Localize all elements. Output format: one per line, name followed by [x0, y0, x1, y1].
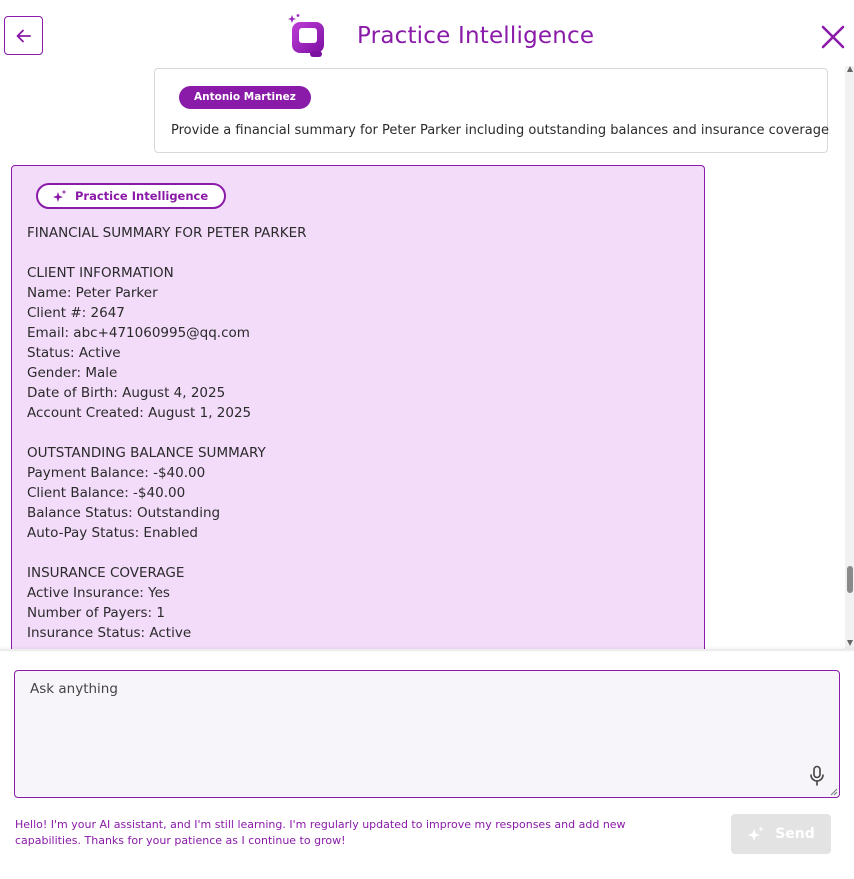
ai-message-line: Insurance Status: Active	[27, 625, 192, 641]
scroll-up-arrow[interactable]	[847, 66, 853, 72]
ai-message-line: Number of Payers: 1	[27, 605, 165, 621]
ai-message-line: Name: Peter Parker	[27, 285, 158, 301]
chat-area[interactable]: Antonio Martinez Provide a financial sum…	[0, 60, 845, 650]
close-button[interactable]	[816, 20, 850, 54]
user-author-chip: Antonio Martinez	[179, 86, 311, 109]
ai-message-line: INSURANCE COVERAGE	[27, 565, 185, 581]
ai-message-line: Email: abc+471060995@qq.com	[27, 325, 250, 341]
ai-message-line: Status: Active	[27, 345, 121, 361]
ai-message: Practice Intelligence FINANCIAL SUMMARY …	[11, 165, 705, 650]
ai-message-line: Auto-Pay Status: Enabled	[27, 525, 198, 541]
message-input-box[interactable]	[14, 670, 840, 798]
ai-message-line: Active Insurance: Yes	[27, 585, 170, 601]
ai-message-line: Date of Birth: August 4, 2025	[27, 385, 226, 401]
ai-message-line: OUTSTANDING BALANCE SUMMARY	[27, 445, 266, 461]
ai-message-line: Gender: Male	[27, 365, 118, 381]
microphone-icon[interactable]	[807, 765, 827, 787]
scroll-down-arrow[interactable]	[847, 640, 853, 646]
ai-message-line: Client Balance: -$40.00	[27, 485, 186, 501]
ai-message-line: Balance Status: Outstanding	[27, 505, 221, 521]
assistant-disclaimer: Hello! I'm your AI assistant, and I'm st…	[15, 818, 626, 847]
chat-scrollbar[interactable]	[845, 66, 854, 650]
send-button[interactable]: Send	[731, 814, 831, 854]
close-icon	[821, 25, 845, 49]
practice-intelligence-logo	[288, 14, 324, 57]
composer-divider	[0, 649, 854, 651]
back-button[interactable]	[4, 16, 43, 55]
message-input[interactable]	[15, 671, 839, 797]
ai-message-line: Account Created: August 1, 2025	[27, 405, 252, 421]
user-message-text: Provide a financial summary for Peter Pa…	[171, 123, 829, 138]
ai-message-line: Client #: 2647	[27, 305, 125, 321]
ai-message-line: FINANCIAL SUMMARY FOR PETER PARKER	[27, 225, 307, 241]
ai-message-body: FINANCIAL SUMMARY FOR PETER PARKER CLIENT…	[27, 223, 687, 643]
scrollbar-thumb[interactable]	[847, 566, 853, 593]
ai-author-chip: Practice Intelligence	[36, 183, 227, 209]
resize-grip-icon[interactable]	[829, 787, 838, 796]
send-label: Send	[775, 826, 815, 842]
sparkle-icon	[748, 826, 765, 841]
ai-message-line: Payment Balance: -$40.00	[27, 465, 206, 481]
ai-author-label: Practice Intelligence	[75, 189, 209, 203]
sparkle-icon	[53, 189, 67, 202]
app-title: Practice Intelligence	[357, 23, 595, 49]
user-message: Antonio Martinez Provide a financial sum…	[154, 68, 829, 153]
ai-message-line: CLIENT INFORMATION	[27, 265, 174, 281]
arrow-left-icon	[16, 29, 31, 42]
